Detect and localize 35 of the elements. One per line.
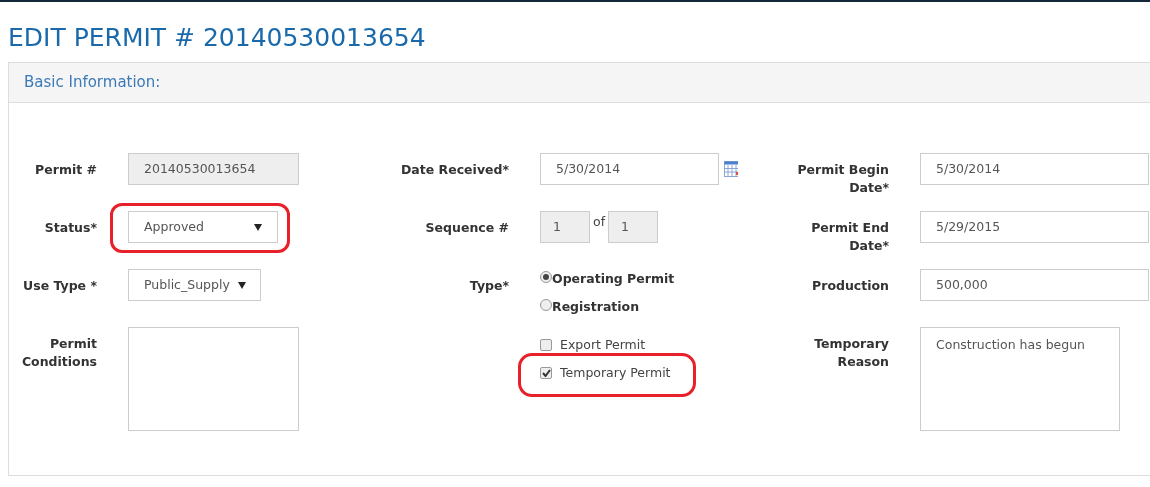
- field-label: Sequence #: [425, 219, 509, 237]
- select-field[interactable]: Public_Supply: [128, 269, 261, 301]
- calendar-icon[interactable]: [724, 161, 738, 177]
- radio-button[interactable]: [540, 271, 552, 283]
- checkbox-label: Temporary Permit: [560, 363, 671, 382]
- select-field[interactable]: Approved: [128, 211, 278, 243]
- text-field[interactable]: 5/29/2015: [920, 211, 1149, 243]
- page-title: EDIT PERMIT # 20140530013654: [8, 22, 426, 54]
- field-label: Permit #: [35, 161, 97, 179]
- field-label: Date Received*: [401, 161, 509, 179]
- text-field[interactable]: 5/30/2014: [920, 153, 1149, 185]
- field-label: Type*: [469, 277, 509, 295]
- radio-option[interactable]: Registration: [540, 299, 675, 315]
- field-label: Temporary Reason: [813, 335, 889, 371]
- text-area[interactable]: Construction has begun: [920, 327, 1120, 431]
- text-field[interactable]: 20140530013654: [128, 153, 299, 185]
- panel-heading: Basic Information:: [24, 72, 161, 94]
- radio-option[interactable]: Operating Permit: [540, 271, 675, 287]
- radio-button[interactable]: [540, 299, 552, 311]
- field-label: Permit End Date*: [810, 219, 889, 255]
- field-label: Production: [812, 277, 889, 295]
- sequence-total-field[interactable]: 1: [608, 211, 659, 243]
- text-field[interactable]: 500,000: [920, 269, 1149, 301]
- dropdown-arrow-icon: [254, 223, 262, 231]
- date-field[interactable]: 5/30/2014: [540, 153, 719, 185]
- sequence-field[interactable]: 1: [540, 211, 590, 243]
- field-label: Status*: [44, 219, 97, 237]
- field-label: Permit Conditions: [20, 335, 97, 371]
- checkbox-label: Export Permit: [560, 336, 646, 354]
- field-label: Use Type *: [23, 277, 97, 295]
- checkbox[interactable]: [540, 367, 552, 380]
- checkbox[interactable]: [540, 339, 552, 352]
- field-label: Permit Begin Date*: [797, 161, 889, 197]
- dropdown-arrow-icon: [237, 281, 246, 289]
- of-label: of: [593, 213, 606, 231]
